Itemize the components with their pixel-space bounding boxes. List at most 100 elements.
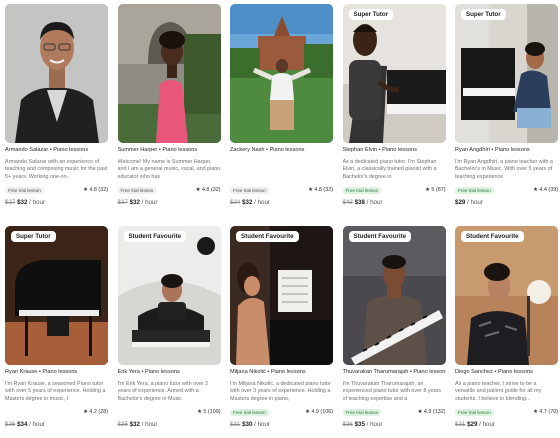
tutor-photo <box>230 4 333 143</box>
tutor-meta: ★ 5 (109) <box>118 408 221 416</box>
tutor-name[interactable]: Ryan Angdhiri • Piano lessons <box>455 147 558 153</box>
tutor-card-miljana-nikolic[interactable]: Student Favourite Miljana Nikolić • Pian… <box>230 226 333 438</box>
current-price: $35 <box>354 421 365 428</box>
price-unit: / hour <box>29 421 45 428</box>
tutor-rating: ★ 4.7 (70) <box>533 409 558 415</box>
tutor-badge: Student Favourite <box>348 231 412 242</box>
tutor-description <box>230 159 333 181</box>
price-unit: / hour <box>254 199 270 206</box>
tutor-photo: Student Favourite <box>230 226 333 365</box>
tutor-price: $37 $32 / hour <box>118 199 221 206</box>
tutor-description: I'm Miljana Nikolić, a dedicated piano t… <box>230 381 331 402</box>
tutor-card-diego-sanchez[interactable]: Student Favourite Diego Sanchez • Piano … <box>455 226 558 438</box>
free-trial-tag: Free trial lesson <box>455 186 494 194</box>
tutor-description: As a dedicated piano tutor, I'm Stephan … <box>342 159 437 180</box>
current-price: $32 <box>17 199 28 206</box>
tutor-badge: Super Tutor <box>348 9 394 20</box>
tutor-rating: ★ 4.4 (39) <box>533 187 558 193</box>
tutor-meta: Free trial lesson ★ 4.9 (132) <box>342 408 446 416</box>
current-price: $29 <box>467 421 478 428</box>
original-price: $34 <box>230 199 241 206</box>
price-unit: / hour <box>141 421 158 428</box>
free-trial-tag: Free trial lesson <box>230 186 269 194</box>
original-price: $36 <box>5 421 16 428</box>
tutor-card-armando-salazar[interactable]: Armando Salazar • Piano lessons Armando … <box>5 4 108 216</box>
free-trial-tag: Free trial lesson <box>455 408 494 416</box>
tutor-name[interactable]: Miljana Nikolić • Piano lessons <box>230 369 333 375</box>
tutor-photo <box>117 4 221 143</box>
tutor-photo: Super Tutor <box>455 4 558 143</box>
tutor-description: I'm Thuvarakan Tharumarajah, an experien… <box>342 381 442 402</box>
original-price: $36 <box>342 421 353 428</box>
tutor-card-erik-yera[interactable]: Student Favourite Erik Yera • Piano less… <box>117 226 221 438</box>
tutor-description: I'm Ryan Krause, a seasoned Piano tutor … <box>5 381 106 402</box>
tutor-price: $36 $34 / hour <box>5 421 108 428</box>
tutor-rating: ★ 4.8 (32) <box>308 187 333 193</box>
tutor-badge: Student Favourite <box>123 231 187 242</box>
free-trial-tag: Free trial lesson <box>342 408 382 416</box>
tutor-price: $37 $32 / hour <box>5 199 108 206</box>
tutor-meta: Free trial lesson ★ 4.8 (32) <box>117 186 221 194</box>
original-price: $31 <box>455 421 466 428</box>
tutor-name[interactable]: Armando Salazar • Piano lessons <box>5 147 108 153</box>
tutor-badge: Student Favourite <box>461 231 524 242</box>
tutor-rating: ★ 5 (87) <box>425 187 446 193</box>
price-unit: / hour <box>467 199 483 206</box>
tutor-name[interactable]: Thuvarakan Tharumarajah • Piano lessons <box>343 369 446 375</box>
tutor-description: Welcome! My name is Summer Harper, and I… <box>117 159 221 180</box>
tutor-name[interactable]: Ryan Krause • Piano lessons <box>5 369 108 375</box>
tutor-rating: ★ 5 (109) <box>197 409 221 415</box>
tutor-name[interactable]: Stephan Elvin • Piano lessons <box>343 147 446 153</box>
tutor-price: $43 $38 / hour <box>343 199 446 206</box>
tutor-price: $34 $32 / hour <box>230 199 333 206</box>
tutor-card-thuvarakan-tharumarajah[interactable]: Student Favourite Thuvarakan Tharumaraja… <box>342 226 446 438</box>
tutor-price: $31 $30 / hour <box>230 421 333 428</box>
tutor-photo: Student Favourite <box>342 226 446 365</box>
tutor-portrait-image <box>342 226 446 365</box>
original-price: $37 <box>117 199 128 206</box>
tutor-portrait-image <box>5 4 108 143</box>
tutor-price: $36 $35 / hour <box>343 421 446 428</box>
price-unit: / hour <box>366 199 383 206</box>
free-trial-tag: Free trial lesson <box>117 186 157 194</box>
price-unit: / hour <box>141 199 158 206</box>
original-price: $37 <box>5 199 16 206</box>
tutor-name[interactable]: Diego Sanchez • Piano lessons <box>455 369 558 375</box>
tutor-portrait-image <box>455 4 558 143</box>
price-unit: / hour <box>479 421 495 428</box>
tutor-card-ryan-krause[interactable]: Super Tutor Ryan Krause • Piano lessons … <box>5 226 108 438</box>
tutor-name[interactable]: Summer Harper • Piano lessons <box>118 147 221 153</box>
tutor-description: I'm Erik Yera, a piano tutor with over 2… <box>117 381 209 402</box>
tutor-price: $35 $32 / hour <box>118 421 221 428</box>
tutor-meta: Free trial lesson ★ 4.8 (32) <box>5 186 108 194</box>
tutor-card-ryan-angdhiri[interactable]: Super Tutor Ryan Angdhiri • Piano lesson… <box>455 4 558 216</box>
tutor-badge: Student Favourite <box>236 231 299 242</box>
tutor-meta: Free trial lesson ★ 4.4 (39) <box>455 186 558 194</box>
tutor-portrait-image <box>117 226 221 365</box>
tutor-price: $29 / hour <box>455 199 558 206</box>
tutor-portrait-image <box>455 226 558 365</box>
tutor-description: I'm Ryan Angdhiri, a piano teacher with … <box>455 159 553 180</box>
tutor-card-summer-harper[interactable]: Summer Harper • Piano lessons Welcome! M… <box>117 4 221 216</box>
tutor-meta: Free trial lesson ★ 5 (87) <box>342 186 446 194</box>
tutor-photo: Super Tutor <box>342 4 446 143</box>
tutor-portrait-image <box>117 4 221 143</box>
tutor-name[interactable]: Zackery Nash • Piano lessons <box>230 147 333 153</box>
current-price: $32 <box>242 199 253 206</box>
original-price: $43 <box>342 199 353 206</box>
tutor-card-zackery-nash[interactable]: Zackery Nash • Piano lessons Free trial … <box>230 4 333 216</box>
tutor-meta: Free trial lesson ★ 4.9 (106) <box>230 408 333 416</box>
tutor-portrait-image <box>230 226 333 365</box>
tutor-name[interactable]: Erik Yera • Piano lessons <box>118 369 221 375</box>
tutor-badge: Super Tutor <box>461 9 506 20</box>
tutor-photo: Student Favourite <box>455 226 558 365</box>
tutor-price: $31 $29 / hour <box>455 421 558 428</box>
tutor-rating: ★ 4.9 (132) <box>417 409 446 415</box>
tutor-portrait-image <box>230 4 333 143</box>
tutor-grid: Armando Salazar • Piano lessons Armando … <box>5 4 558 438</box>
tutor-photo: Super Tutor <box>5 226 108 365</box>
free-trial-tag: Free trial lesson <box>230 408 269 416</box>
tutor-card-stephan-elvin[interactable]: Super Tutor Stephan Elvin • Piano lesson… <box>342 4 446 216</box>
original-price: $31 <box>230 421 241 428</box>
original-price: $35 <box>117 421 128 428</box>
